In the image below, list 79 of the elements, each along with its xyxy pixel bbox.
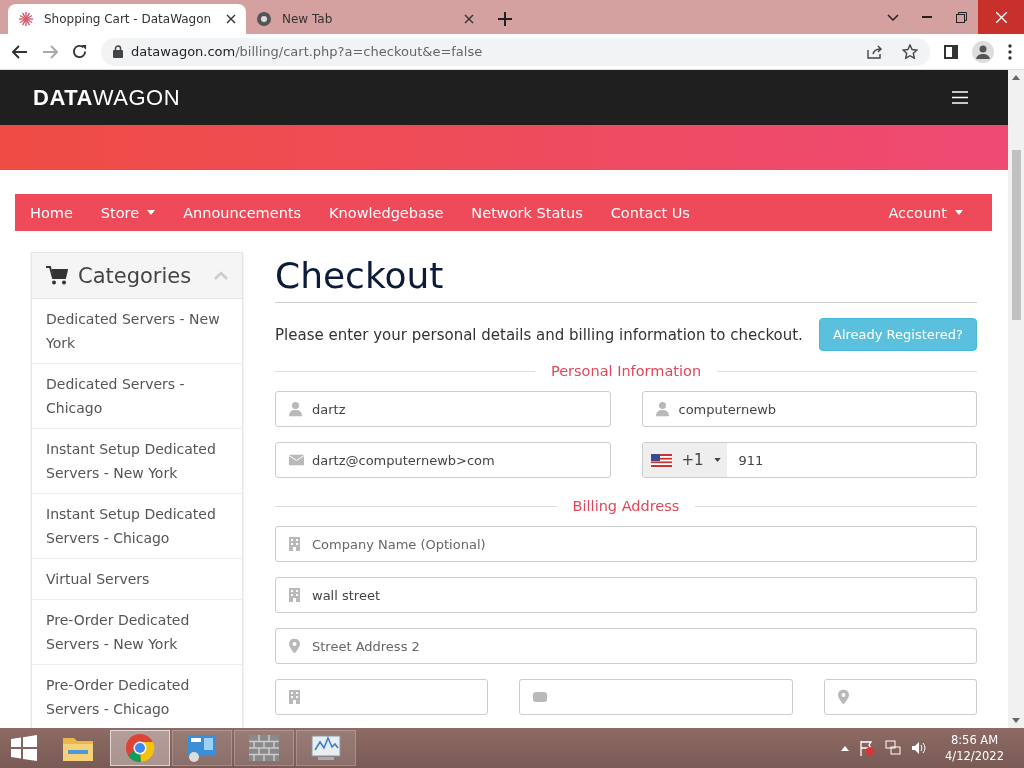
category-link[interactable]: Instant Setup Dedicated Servers - Chicago [32,494,242,559]
category-link[interactable]: Dedicated Servers - New York [32,299,242,364]
clock[interactable]: 8:56 AM 4/12/2022 [945,732,1004,764]
taskbar-app[interactable] [172,730,232,766]
cart-icon [46,266,68,285]
browser-icon [125,733,155,763]
category-link[interactable]: Pre-Order Dedicated Servers - Chicago [32,665,242,728]
flag-icon[interactable] [859,740,876,756]
globe-icon [256,11,272,27]
lock-icon [113,45,123,58]
taskbar-app[interactable] [110,730,170,766]
map-pin-icon [838,689,849,705]
site-logo[interactable]: DATAWAGON [33,84,181,111]
building-icon [289,537,300,551]
input-field[interactable] [275,679,488,715]
input-field[interactable]: dartz [275,391,611,427]
share-icon[interactable] [867,44,882,59]
url-text: datawagon.com/billing/cart.php?a=checkout&e=false [131,44,483,59]
intro-text: Please enter your personal details and billing information to checkout. [275,325,803,344]
panel-title: Categories [78,263,193,288]
browser-tab[interactable]: New Tab [246,4,484,34]
section-heading: Personal Information [550,363,702,379]
us-flag-icon [650,453,672,467]
profile-icon[interactable] [972,40,994,63]
section-heading: Billing Address [572,498,680,514]
control-panel-icon [186,733,218,763]
input-field[interactable]: dartz@computernewb>com [275,442,611,478]
input-field[interactable] [824,679,977,715]
tray-arrow-icon[interactable] [841,745,850,751]
nav-link[interactable]: Account [874,194,977,231]
close-icon[interactable] [226,14,236,24]
windows-icon[interactable] [11,735,37,761]
network-icon[interactable] [885,740,902,756]
input-field[interactable] [519,679,793,715]
reload-icon[interactable] [72,44,87,59]
nav-link[interactable]: Store [86,194,170,231]
user-icon [655,401,669,417]
category-link[interactable]: Dedicated Servers - Chicago [32,364,242,429]
map-pin-icon [289,638,300,654]
input-field[interactable]: wall street [275,577,977,613]
scroll-up-icon[interactable] [1012,75,1020,80]
country-code-select[interactable]: +1 [642,443,727,477]
monitor-chart-icon [310,734,342,762]
taskbar-app[interactable] [234,730,294,766]
star-icon[interactable] [902,44,918,59]
user-icon [289,401,302,417]
building-icon [289,690,300,704]
brick-wall-icon [249,735,279,761]
side-panel-icon[interactable] [944,44,958,59]
nav-link[interactable]: Network Status [457,194,597,231]
page-title: Checkout [275,255,977,303]
nav-link[interactable]: Announcements [169,194,316,231]
address-bar[interactable]: datawagon.com/billing/cart.php?a=checkout&e=false [101,37,930,66]
nav-link[interactable]: Knowledgebase [315,194,458,231]
category-link[interactable]: Instant Setup Dedicated Servers - New York [32,429,242,494]
tab-list-icon[interactable] [887,13,899,21]
envelope-icon [289,454,304,466]
category-link[interactable]: Virtual Servers [32,559,242,600]
close-icon[interactable] [464,14,474,24]
new-tab-icon[interactable] [498,12,512,26]
menu-icon[interactable] [952,91,968,104]
category-link[interactable]: Pre-Order Dedicated Servers - New York [32,600,242,665]
taskbar-app[interactable] [296,730,356,766]
scrollbar-thumb[interactable] [1011,150,1021,320]
scroll-down-icon[interactable] [1012,718,1020,723]
browser-tab[interactable]: Shopping Cart - DataWagon [8,4,246,34]
speaker-icon[interactable] [911,741,928,755]
nav-link[interactable]: Contact Us [596,194,704,231]
flower-icon [18,11,34,27]
input-field[interactable]: computernewb [641,391,977,427]
input-field[interactable]: Company Name (Optional) [275,526,977,562]
caret-icon [713,458,721,462]
restore-icon[interactable] [955,11,967,23]
field-icon [533,692,547,702]
input-field[interactable]: Street Address 2 [275,628,977,664]
nav-link[interactable]: Home [15,194,87,231]
menu-icon[interactable] [1008,43,1012,60]
back-icon[interactable] [12,44,28,59]
building-icon [289,588,300,602]
